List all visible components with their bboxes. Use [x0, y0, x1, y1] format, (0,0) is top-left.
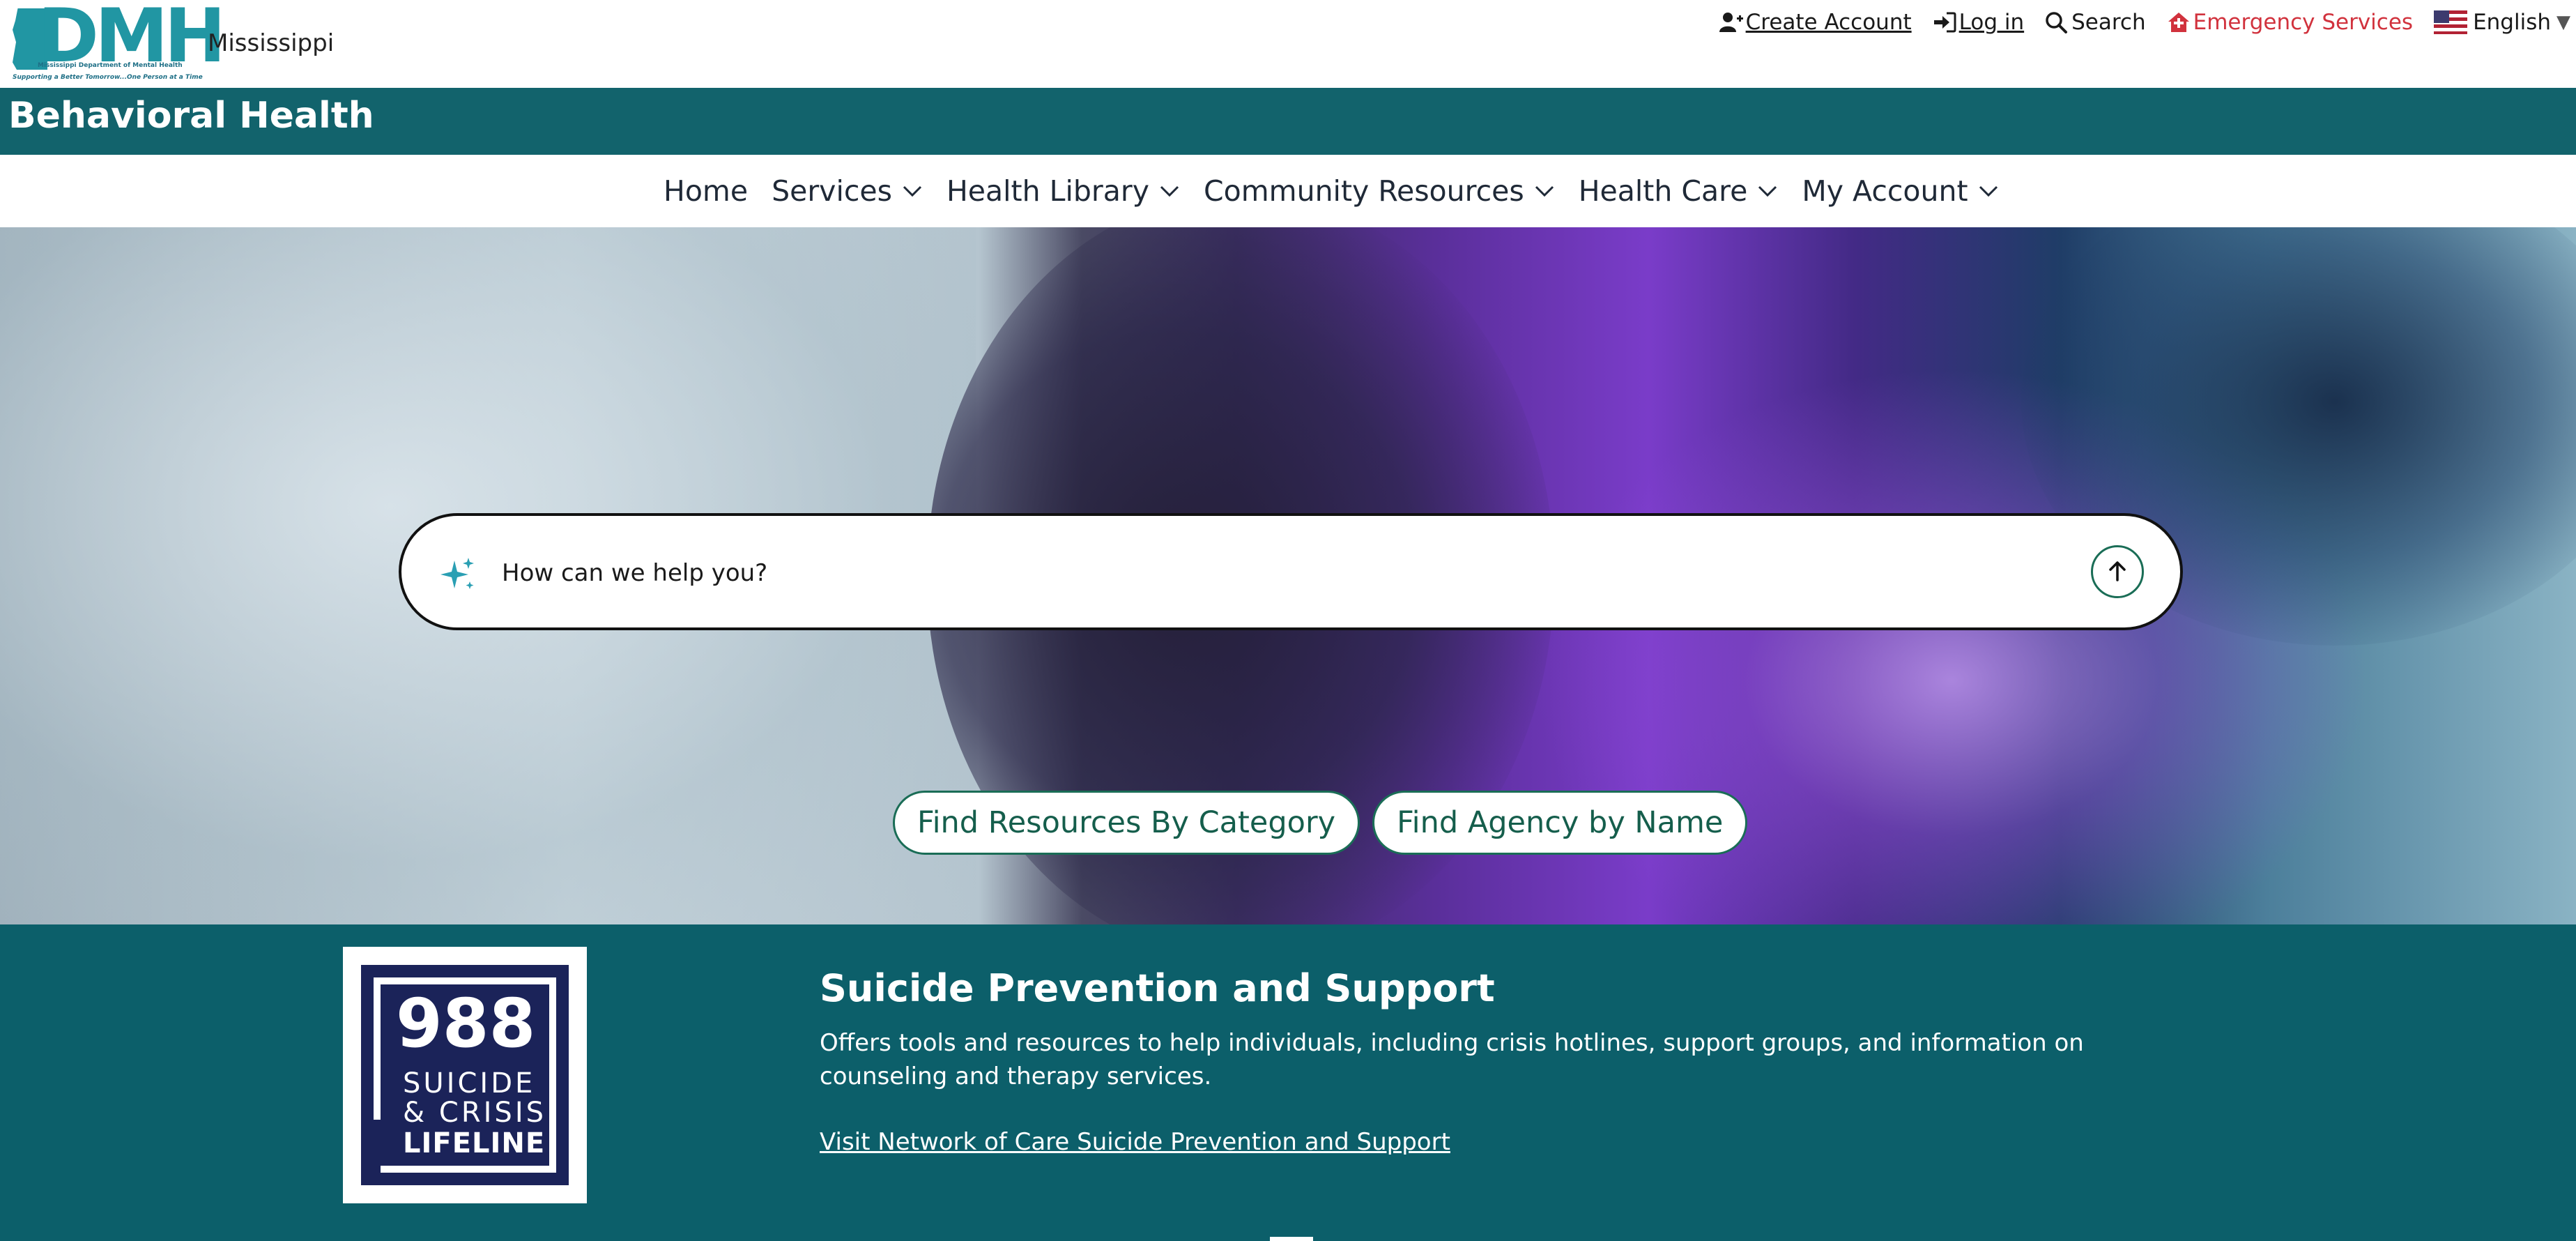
- user-plus-icon: [1719, 13, 1743, 32]
- support-title: Suicide Prevention and Support: [820, 966, 1495, 1010]
- us-flag-icon: [2434, 10, 2468, 34]
- nav-item-label: Services: [772, 174, 892, 208]
- site-banner: Behavioral Health: [0, 88, 2576, 155]
- utility-nav: Create Account Log in Search Emergency S…: [1719, 10, 2570, 35]
- sparkle-icon: [440, 558, 474, 589]
- support-description: Offers tools and resources to help indiv…: [820, 1029, 2084, 1090]
- arrow-up-icon: [2109, 561, 2126, 581]
- emergency-house-icon: [2168, 13, 2189, 32]
- language-selector[interactable]: English ▼: [2434, 10, 2570, 35]
- search-label: Search: [2071, 10, 2146, 35]
- nav-item-community-resources[interactable]: Community Resources: [1204, 174, 1555, 208]
- chevron-down-icon: [1160, 185, 1179, 197]
- nav-item-home[interactable]: Home: [664, 174, 748, 208]
- emergency-services-link[interactable]: Emergency Services: [2167, 10, 2413, 35]
- hero-actions: Find Resources By Category Find Agency b…: [893, 791, 1748, 855]
- language-label: English: [2473, 10, 2551, 35]
- nav-item-label: Health Library: [946, 174, 1149, 208]
- ai-search-submit-button[interactable]: [2091, 545, 2144, 598]
- support-link[interactable]: Visit Network of Care Suicide Prevention…: [820, 1128, 1450, 1156]
- find-by-category-button[interactable]: Find Resources By Category: [893, 791, 1360, 855]
- sign-in-icon: [1933, 12, 1956, 33]
- search-link[interactable]: Search: [2045, 10, 2146, 35]
- nav-item-label: My Account: [1802, 174, 1968, 208]
- nav-item-label: Home: [664, 174, 749, 208]
- state-name: Mississippi: [208, 29, 335, 57]
- find-agency-by-name-button[interactable]: Find Agency by Name: [1372, 791, 1748, 855]
- nav-item-label: Community Resources: [1204, 174, 1524, 208]
- logo-subtitle: Mississippi Department of Mental Health: [38, 62, 183, 69]
- main-nav: Home Services Health Library Community R…: [0, 155, 2576, 228]
- log-in-label: Log in: [1958, 10, 2025, 35]
- create-account-label: Create Account: [1745, 10, 1912, 35]
- chevron-down-icon: [1979, 185, 1998, 197]
- chevron-down-icon: [1535, 185, 1554, 197]
- 988-lifeline-logo: 988 SUICIDE & CRISIS LIFELINE: [343, 947, 587, 1203]
- lifeline-line-2: & CRISIS: [403, 1097, 547, 1129]
- logo-mark: DMH: [10, 0, 226, 77]
- lifeline-number: 988: [396, 984, 536, 1063]
- nav-item-services[interactable]: Services: [772, 174, 923, 208]
- caret-down-icon: ▼: [2556, 12, 2570, 33]
- lifeline-line-1: SUICIDE: [403, 1067, 536, 1099]
- suicide-prevention-section: 988 SUICIDE & CRISIS LIFELINE Suicide Pr…: [0, 924, 2576, 1241]
- chevron-down-icon: [1758, 185, 1777, 197]
- nav-item-health-care[interactable]: Health Care: [1579, 174, 1779, 208]
- lifeline-line-3: LIFELINE: [403, 1127, 546, 1159]
- carousel-indicator[interactable]: [1270, 1237, 1313, 1241]
- site-title: Behavioral Health: [8, 95, 374, 137]
- top-bar: DMH Mississippi Department of Mental Hea…: [0, 0, 2576, 88]
- ai-search-box: [399, 513, 2183, 630]
- create-account-link[interactable]: Create Account: [1719, 10, 1912, 35]
- ai-search-input[interactable]: [500, 547, 2037, 600]
- emergency-services-label: Emergency Services: [2193, 10, 2414, 35]
- nav-item-label: Health Care: [1578, 174, 1748, 208]
- chevron-down-icon: [903, 185, 922, 197]
- logo-tagline: Supporting a Better Tomorrow...One Perso…: [13, 74, 203, 81]
- nav-item-my-account[interactable]: My Account: [1802, 174, 1998, 208]
- log-in-link[interactable]: Log in: [1933, 10, 2024, 35]
- hero-section: Find Resources By Category Find Agency b…: [0, 227, 2576, 924]
- search-icon: [2046, 12, 2068, 33]
- dmh-logo[interactable]: DMH Mississippi Department of Mental Hea…: [10, 0, 226, 84]
- nav-item-health-library[interactable]: Health Library: [946, 174, 1180, 208]
